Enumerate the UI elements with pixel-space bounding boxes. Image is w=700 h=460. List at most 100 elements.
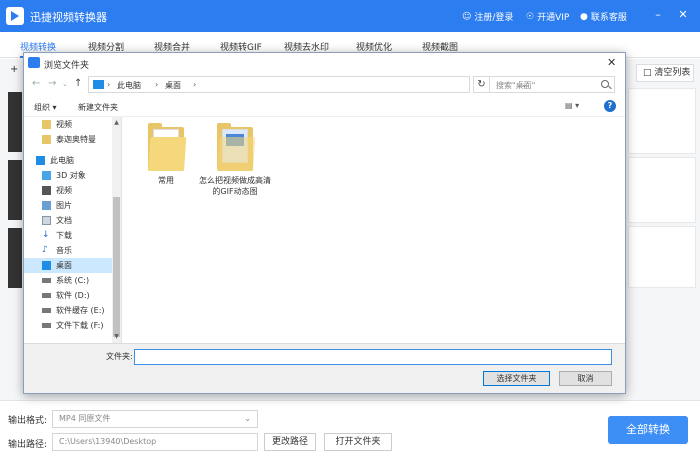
nav-item-documents[interactable]: 文档 [24, 213, 112, 228]
nav-item-label: 泰迦奥特曼 [56, 135, 96, 144]
clear-list-label: 清空列表 [654, 68, 691, 78]
forward-arrow-icon[interactable]: → [48, 78, 56, 89]
document-icon [42, 216, 51, 225]
view-options-icon[interactable]: ▤ ▾ [565, 101, 579, 110]
select-folder-button[interactable]: 选择文件夹 [483, 371, 550, 386]
nav-scrollbar[interactable]: ▲ ▼ [112, 117, 121, 343]
new-folder-button[interactable]: 新建文件夹 [78, 102, 118, 113]
nav-item-label: 系统 (C:) [56, 276, 90, 285]
navigation-pane: 视频 泰迦奥特曼 此电脑 3D 对象 视频 图片 文档 ↓ 下载 ♪ 音乐 桌面… [24, 117, 122, 343]
nav-item-drive-f[interactable]: 文件下载 (F:) [24, 318, 112, 333]
pc-icon [93, 80, 104, 89]
scrollbar-thumb[interactable] [113, 197, 120, 337]
minimize-button[interactable]: – [651, 8, 665, 22]
nav-item-this-pc[interactable]: 此电脑 [24, 153, 112, 168]
change-path-button[interactable]: 更改路径 [264, 433, 316, 451]
nav-item-downloads[interactable]: ↓ 下载 [24, 228, 112, 243]
address-bar[interactable]: › 此电脑 › 桌面 › ⌄ [88, 76, 528, 93]
output-format-label: 输出格式: [8, 416, 48, 426]
nav-item-drive-e[interactable]: 软件缓存 (E:) [24, 303, 112, 318]
output-path-field[interactable]: C:\Users\13940\Desktop [52, 433, 258, 451]
folder-icon [42, 135, 51, 144]
trash-icon: □ [643, 68, 652, 78]
breadcrumb-this-pc[interactable]: 此电脑 [117, 80, 141, 91]
nav-item-label: 视频 [56, 120, 72, 129]
folder-input[interactable] [134, 349, 612, 365]
nav-item-drive-d[interactable]: 软件 (D:) [24, 288, 112, 303]
picture-icon [42, 201, 51, 210]
nav-item-label: 音乐 [56, 246, 72, 255]
nav-item-videos[interactable]: 视频 [24, 183, 112, 198]
output-format-select[interactable]: MP4 同原文件 ⌄ [52, 410, 258, 428]
folder-icon [148, 123, 187, 171]
organize-label: 组织 [34, 103, 50, 112]
vip-link[interactable]: ☉ 开通VIP [526, 10, 570, 24]
video-icon [42, 186, 51, 195]
dialog-close-button[interactable]: ✕ [607, 56, 616, 69]
up-arrow-icon[interactable]: ↑ [74, 78, 82, 89]
vip-label: 开通VIP [537, 13, 570, 23]
clear-list-button[interactable]: □ 清空列表 [636, 64, 694, 82]
nav-item-3d-objects[interactable]: 3D 对象 [24, 168, 112, 183]
login-link[interactable]: ☺ 注册/登录 [462, 10, 514, 24]
browse-folder-dialog: 浏览文件夹 ✕ ← → ⌄ ↑ › 此电脑 › 桌面 › ⌄ ↻ 搜索"桌面" … [23, 52, 626, 394]
search-icon [601, 80, 609, 88]
nav-item-videos-folder[interactable]: 视频 [24, 117, 112, 132]
app-title: 迅捷视频转换器 [30, 11, 107, 24]
folder-icon [217, 123, 256, 171]
breadcrumb-separator-icon: › [193, 80, 197, 89]
nav-item-pictures[interactable]: 图片 [24, 198, 112, 213]
nav-item-label: 桌面 [56, 261, 72, 270]
organize-menu[interactable]: 组织 ▾ [34, 102, 57, 113]
breadcrumb-separator-icon: › [107, 80, 111, 89]
headset-icon: ● [580, 11, 588, 22]
nav-item-taiga-ultraman[interactable]: 泰迦奥特曼 [24, 132, 112, 147]
nav-item-drive-c[interactable]: 系统 (C:) [24, 273, 112, 288]
title-bar: 迅捷视频转换器 ☺ 注册/登录 ☉ 开通VIP ● 联系客服 – ✕ [0, 0, 700, 32]
pc-icon [36, 156, 45, 165]
close-button[interactable]: ✕ [676, 8, 690, 22]
nav-item-label: 文件下载 (F:) [56, 321, 104, 330]
cancel-button[interactable]: 取消 [559, 371, 612, 386]
command-bar: 组织 ▾ 新建文件夹 ▤ ▾ ? [24, 97, 625, 117]
nav-item-label: 软件 (D:) [56, 291, 90, 300]
nav-item-label: 视频 [56, 186, 72, 195]
video-thumbnail [8, 92, 22, 152]
breadcrumb-desktop[interactable]: 桌面 [165, 80, 181, 91]
video-thumbnail [8, 160, 22, 220]
support-link[interactable]: ● 联系客服 [580, 10, 627, 24]
search-input[interactable]: 搜索"桌面" [489, 76, 615, 93]
recent-chevron-icon[interactable]: ⌄ [62, 80, 68, 88]
output-format-value: MP4 同原文件 [59, 414, 111, 423]
list-item [628, 226, 696, 288]
output-path-label: 输出路径: [8, 440, 48, 450]
list-item [628, 88, 696, 154]
login-label: 注册/登录 [474, 13, 514, 23]
open-folder-button[interactable]: 打开文件夹 [324, 433, 392, 451]
help-icon[interactable]: ? [604, 100, 616, 112]
nav-item-desktop[interactable]: 桌面 [24, 258, 112, 273]
nav-item-music[interactable]: ♪ 音乐 [24, 243, 112, 258]
breadcrumb-separator-icon: › [155, 80, 159, 89]
folder-item[interactable]: 常用 [130, 123, 202, 186]
add-file-icon[interactable]: + [10, 64, 18, 75]
nav-item-label: 3D 对象 [56, 171, 86, 180]
download-icon: ↓ [42, 230, 50, 240]
folder-name: 常用 [158, 176, 174, 185]
folder-dialog-icon [28, 57, 40, 68]
drive-icon [42, 278, 51, 283]
user-icon: ☺ [462, 11, 472, 22]
refresh-icon[interactable]: ↻ [473, 76, 490, 93]
folder-item[interactable]: 怎么把视频做成高清的GIF动态图 [199, 123, 271, 197]
music-icon: ♪ [42, 245, 48, 255]
back-arrow-icon[interactable]: ← [32, 78, 40, 89]
drive-icon [42, 323, 51, 328]
nav-item-label: 软件缓存 (E:) [56, 306, 105, 315]
convert-all-button[interactable]: 全部转换 [608, 416, 688, 444]
scroll-up-icon[interactable]: ▲ [112, 119, 121, 126]
nav-item-label: 图片 [56, 201, 72, 210]
search-placeholder: 搜索"桌面" [496, 81, 536, 90]
support-label: 联系客服 [590, 13, 627, 23]
scroll-down-icon[interactable]: ▼ [112, 333, 121, 340]
drive-icon [42, 308, 51, 313]
